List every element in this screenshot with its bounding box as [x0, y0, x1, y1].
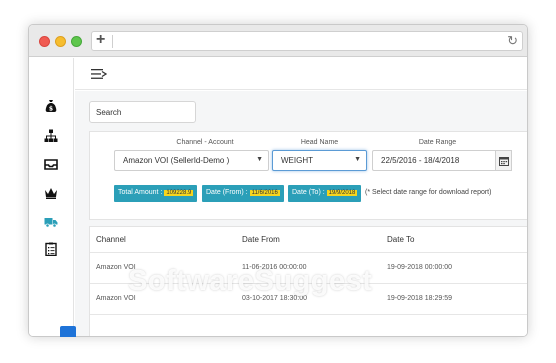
total-amount-value: 109228.9	[164, 190, 194, 196]
hierarchy-icon[interactable]	[44, 129, 58, 143]
column-header-channel[interactable]: Channel	[96, 235, 126, 244]
head-name-label: Head Name	[300, 139, 339, 146]
bottom-action-button[interactable]	[60, 326, 76, 337]
channel-account-value: Amazon VOI (SellerId-Demo )	[123, 156, 230, 165]
maximize-window-button[interactable]	[71, 36, 82, 47]
svg-text:$: $	[49, 106, 53, 113]
sidebar: $	[29, 58, 74, 336]
calendar-icon	[499, 157, 509, 166]
clipboard-list-icon[interactable]	[44, 242, 58, 256]
channel-account-label: Channel - Account	[176, 139, 234, 146]
column-header-date-to[interactable]: Date To	[387, 235, 414, 244]
menu-toggle-icon[interactable]	[91, 68, 107, 80]
column-header-date-from[interactable]: Date From	[242, 235, 280, 244]
channel-account-select[interactable]: Amazon VOI (SellerId-Demo ) ▼	[114, 150, 269, 171]
cell-date-to: 19-09-2018 00:00:00	[387, 264, 452, 271]
date-range-label: Date Range	[418, 139, 457, 146]
close-window-button[interactable]	[39, 36, 50, 47]
reload-icon[interactable]: ↻	[507, 33, 518, 49]
crown-icon[interactable]	[44, 186, 58, 200]
calendar-button[interactable]	[495, 150, 512, 171]
top-bar	[75, 58, 527, 90]
search-input[interactable]: Search	[89, 101, 196, 123]
filter-panel: Channel - Account Amazon VOI (SellerId-D…	[89, 131, 527, 220]
address-bar[interactable]: + ↻	[91, 31, 523, 51]
address-divider	[112, 35, 113, 48]
date-range-input[interactable]: 22/5/2016 - 18/4/2018	[372, 150, 496, 171]
date-to-badge: Date (To) : 19/9/2018	[288, 185, 362, 202]
header-divider	[90, 252, 527, 253]
watermark: SoftwareSuggest	[128, 265, 373, 297]
date-to-label: Date (To) :	[292, 189, 325, 196]
date-from-value: 11/6/2016	[249, 190, 280, 196]
download-report-note: (* Select date range for download report…	[365, 189, 492, 196]
inbox-tray-icon[interactable]	[44, 157, 58, 171]
head-name-select[interactable]: WEIGHT ▼	[272, 150, 367, 171]
date-from-badge: Date (From) : 11/6/2016	[202, 185, 284, 202]
browser-toolbar: + ↻	[29, 25, 527, 57]
minimize-window-button[interactable]	[55, 36, 66, 47]
cell-date-to: 19-09-2018 18:29:59	[387, 295, 452, 302]
chevron-down-icon: ▼	[354, 156, 361, 163]
money-bag-icon[interactable]: $	[44, 99, 58, 113]
shipping-truck-icon[interactable]	[44, 215, 58, 229]
date-range-value: 22/5/2016 - 18/4/2018	[381, 156, 460, 165]
total-amount-badge: Total Amount : 109228.9	[114, 185, 198, 202]
new-tab-icon[interactable]: +	[96, 31, 105, 49]
date-to-value: 19/9/2018	[326, 190, 358, 196]
chevron-down-icon: ▼	[256, 156, 263, 163]
row-divider	[90, 314, 527, 315]
date-from-label: Date (From) :	[206, 189, 248, 196]
main-content: Search Channel - Account Amazon VOI (Sel…	[75, 91, 527, 336]
total-amount-label: Total Amount :	[118, 189, 163, 196]
head-name-value: WEIGHT	[281, 156, 313, 165]
